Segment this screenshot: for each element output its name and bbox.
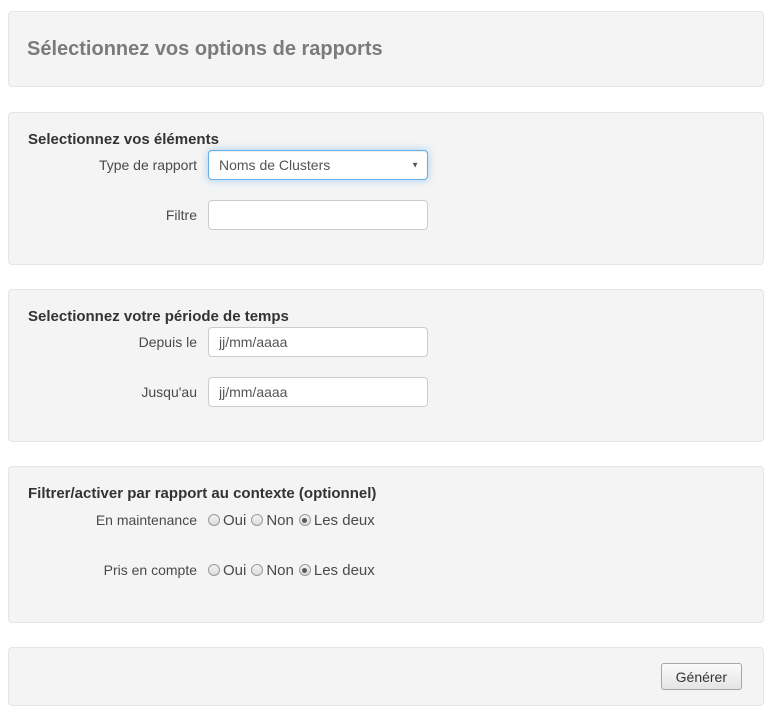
radio-icon[interactable] [208, 564, 220, 576]
date-from-input[interactable] [208, 327, 428, 357]
radio-icon[interactable] [251, 564, 263, 576]
panel-context-heading: Filtrer/activer par rapport au contexte … [28, 485, 744, 502]
report-type-row: Type de rapport Noms de Clusters ▼ [28, 150, 744, 180]
accounted-option-non[interactable]: Non [251, 562, 294, 579]
date-to-input[interactable] [208, 377, 428, 407]
accounted-row: Pris en compte Oui Non Les deux [28, 558, 744, 582]
report-type-label: Type de rapport [28, 157, 197, 173]
page-header: Sélectionnez vos options de rapports [8, 11, 764, 87]
filter-input[interactable] [208, 200, 428, 230]
generate-button[interactable]: Générer [661, 663, 742, 690]
panel-elements: Selectionnez vos éléments Type de rappor… [8, 112, 764, 265]
panel-context: Filtrer/activer par rapport au contexte … [8, 466, 764, 623]
report-type-select-wrap: Noms de Clusters ▼ [208, 150, 428, 180]
date-to-control [208, 377, 428, 407]
date-from-label: Depuis le [28, 334, 197, 350]
panel-period: Selectionnez votre période de temps Depu… [8, 289, 764, 442]
filter-control [208, 200, 428, 230]
report-type-control: Noms de Clusters ▼ [208, 150, 428, 180]
date-to-label: Jusqu'au [28, 384, 197, 400]
filter-row: Filtre [28, 200, 744, 230]
accounted-label: Pris en compte [28, 562, 197, 578]
accounted-option-les-deux[interactable]: Les deux [299, 562, 375, 579]
date-from-control [208, 327, 428, 357]
filter-label: Filtre [28, 207, 197, 223]
panel-elements-heading: Selectionnez vos éléments [28, 131, 744, 148]
footer-bar: Générer [8, 647, 764, 706]
radio-icon[interactable] [251, 514, 263, 526]
radio-icon[interactable] [208, 514, 220, 526]
date-from-row: Depuis le [28, 327, 744, 357]
maintenance-radio-group: Oui Non Les deux [208, 512, 375, 529]
maintenance-label: En maintenance [28, 512, 197, 528]
maintenance-option-les-deux[interactable]: Les deux [299, 512, 375, 529]
accounted-radio-group: Oui Non Les deux [208, 562, 375, 579]
radio-icon[interactable] [299, 564, 311, 576]
report-options-page: Sélectionnez vos options de rapports Sel… [8, 11, 764, 706]
date-to-row: Jusqu'au [28, 377, 744, 407]
page-title: Sélectionnez vos options de rapports [27, 38, 383, 61]
radio-icon[interactable] [299, 514, 311, 526]
maintenance-option-oui[interactable]: Oui [208, 512, 246, 529]
maintenance-option-non[interactable]: Non [251, 512, 294, 529]
report-type-select[interactable]: Noms de Clusters [208, 150, 428, 180]
maintenance-row: En maintenance Oui Non Les deux [28, 508, 744, 532]
accounted-option-oui[interactable]: Oui [208, 562, 246, 579]
panel-period-heading: Selectionnez votre période de temps [28, 308, 744, 325]
